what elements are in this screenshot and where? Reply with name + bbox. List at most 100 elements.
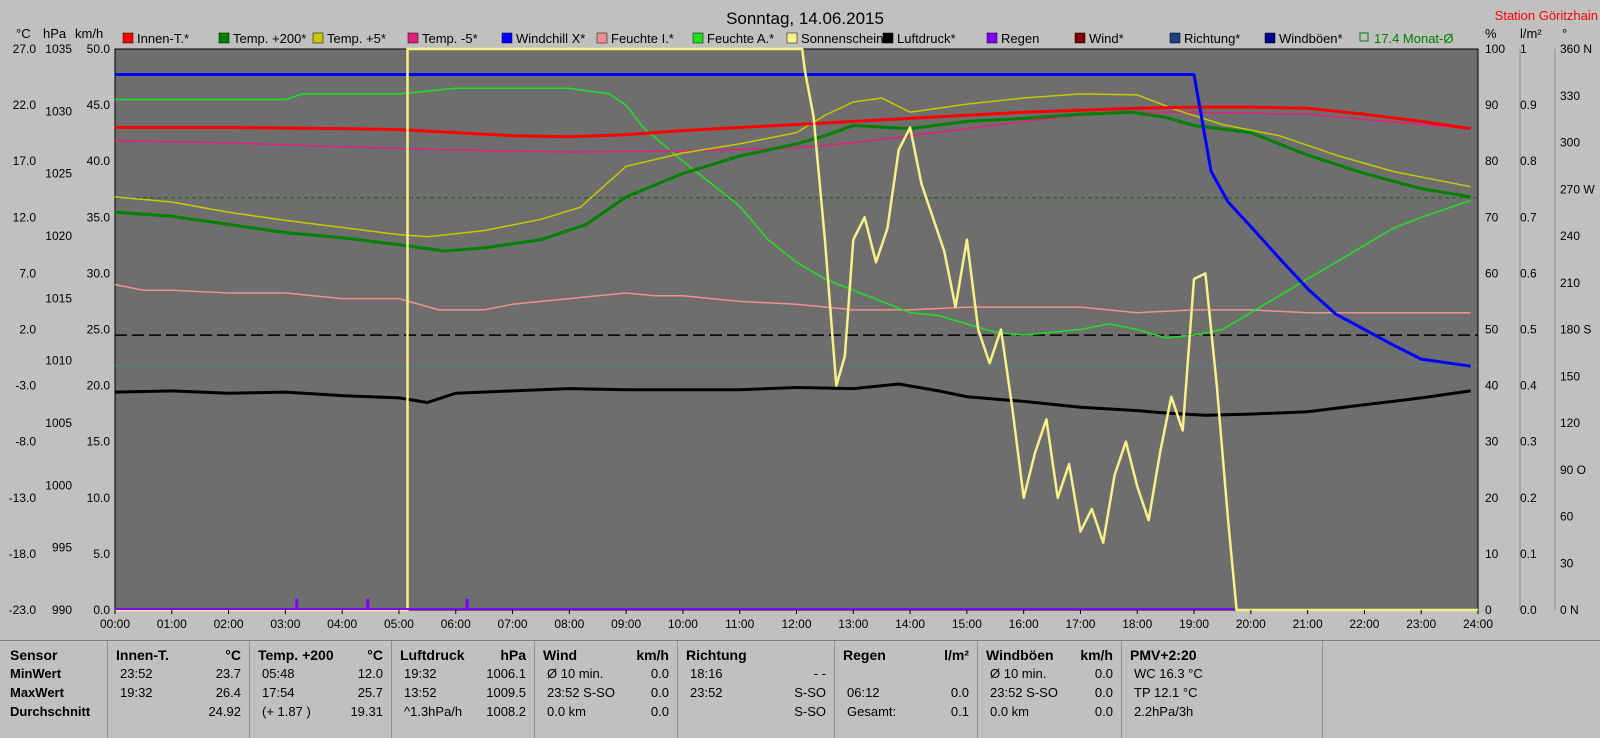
x-tick-label: 15:00 [952,617,982,631]
cell-label: 23:52 S-SO [990,685,1058,700]
legend-label: Windchill X* [516,31,585,46]
axis-tick-label: 210 [1560,276,1580,290]
x-tick-label: 06:00 [441,617,471,631]
cell-value: 0.0 [1094,666,1113,681]
cell-label: TP 12.1 °C [1134,685,1198,700]
axis-tick-label: 7.0 [19,266,36,280]
cell-value: 0.0 [950,685,969,700]
axis-tick-label: 1010 [45,354,72,368]
axis-tick-label: 90 O [1560,463,1586,477]
axis-tick-label: 40 [1485,379,1499,393]
unit-label-temp: °C [16,26,31,41]
cell-value: 24.92 [208,704,241,719]
axis-tick-label: 10 [1485,547,1499,561]
axis-tick-label: 1020 [45,229,72,243]
axis-tick-label: 1035 [45,42,72,56]
x-tick-label: 22:00 [1349,617,1379,631]
column-unit: km/h [636,647,669,663]
legend-swatch [1074,32,1086,44]
legend-label: Temp. +200* [233,31,306,46]
row-labels: Sensor MinWert MaxWert Durchschnitt [0,641,108,738]
axis-tick-label: 0.3 [1520,435,1537,449]
x-tick-label: 16:00 [1009,617,1039,631]
axis-tick-label: 0.2 [1520,491,1537,505]
legend-label: Richtung* [1184,31,1240,46]
axis-tick-label: 30 [1560,556,1574,570]
unit-label-rain: l/m² [1520,26,1542,41]
chart-title: Sonntag, 14.06.2015 [726,9,884,28]
legend-label: Luftdruck* [897,31,956,46]
cell-value: S-SO [794,704,826,719]
legend-label: Temp. +5* [327,31,386,46]
cell-value: 19.31 [350,704,383,719]
axis-tick-label: 50.0 [87,42,111,56]
legend-label: Sonnenschein [801,31,883,46]
axis-tick-label: 120 [1560,416,1580,430]
legend-swatch [407,32,419,44]
axis-tick-label: 1000 [45,478,72,492]
table-column: Luftdruck hPa 19:32 1006.1 13:52 1009.5 ^1.3hP… [392,641,535,738]
column-header: Windböen [986,647,1054,663]
x-tick-label: 23:00 [1406,617,1436,631]
table-column: Innen-T. °C 23:52 23.7 19:32 26.4 24.92 [108,641,250,738]
cell-value: 26.4 [215,685,241,700]
cell-value: 23.7 [215,666,241,681]
legend-swatch [692,32,704,44]
x-tick-label: 11:00 [725,617,754,631]
cell-label: 23:52 [120,666,153,681]
cell-label: 23:52 S-SO [547,685,615,700]
axis-tick-label: 50 [1485,323,1499,337]
cell-value: 1009.5 [486,685,526,700]
cell-value: 25.7 [357,685,383,700]
cell-label: 19:32 [120,685,153,700]
x-tick-label: 13:00 [838,617,868,631]
column-header: Regen [843,647,886,663]
axis-tick-label: 30.0 [87,266,111,280]
axis-tick-label: 240 [1560,229,1580,243]
cell-value: 0.0 [650,666,669,681]
legend-swatch [882,32,894,44]
cell-label: WC 16.3 °C [1134,666,1203,681]
axis-tick-label: 17.0 [13,154,37,168]
axis-tick-label: 0.9 [1520,98,1537,112]
axis-tick-label: 2.0 [19,323,36,337]
axis-tick-label: 0.5 [1520,323,1537,337]
legend-label: Feuchte I.* [611,31,674,46]
axis-tick-label: 12.0 [13,210,37,224]
legend-swatch [218,32,230,44]
legend-item: 17.4 Monat-Ø [1359,31,1454,46]
legend-swatch [501,32,513,44]
column-unit: °C [225,647,241,663]
axis-tick-label: 1 [1520,42,1527,56]
axis-tick-label: 360 N [1560,42,1592,56]
cell-label: 13:52 [404,685,437,700]
axis-tick-label: 45.0 [87,98,111,112]
cell-label: 2.2hPa/3h [1134,704,1194,719]
cell-label: ^1.3hPa/h [404,704,463,719]
x-tick-label: 01:00 [157,617,187,631]
column-header: Richtung [686,647,747,663]
axis-tick-label: 1030 [45,104,72,118]
cell-value: 1006.1 [486,666,526,681]
axis-tick-label: -13.0 [9,491,37,505]
axis-tick-label: 15.0 [87,435,111,449]
x-tick-label: 24:00 [1463,617,1493,631]
axis-tick-label: 0.6 [1520,266,1537,280]
axis-tick-label: 20 [1485,491,1499,505]
axis-tick-label: 22.0 [13,98,37,112]
cell-label: 06:12 [847,685,880,700]
legend-swatch [1264,32,1276,44]
legend-swatch [986,32,998,44]
row-label: MaxWert [10,685,64,700]
legend-item: Temp. +200* [218,31,306,46]
cell-label: (+ 1.87 ) [262,704,311,719]
axis-tick-label: 40.0 [87,154,111,168]
table-column: Regen l/m² 06:12 0.0 Gesamt: 0.1 [835,641,978,738]
axis-tick-label: 20.0 [87,379,111,393]
table-column: Wind km/h Ø 10 min. 0.0 23:52 S-SO 0.0 0.0 km 0… [535,641,678,738]
legend-swatch [122,32,134,44]
table-column: Windböen km/h Ø 10 min. 0.0 23:52 S-SO 0.0 0.0… [978,641,1122,738]
x-tick-label: 04:00 [327,617,357,631]
legend-item: Sonnenschein [786,31,883,46]
row-label: Durchschnitt [10,704,91,719]
